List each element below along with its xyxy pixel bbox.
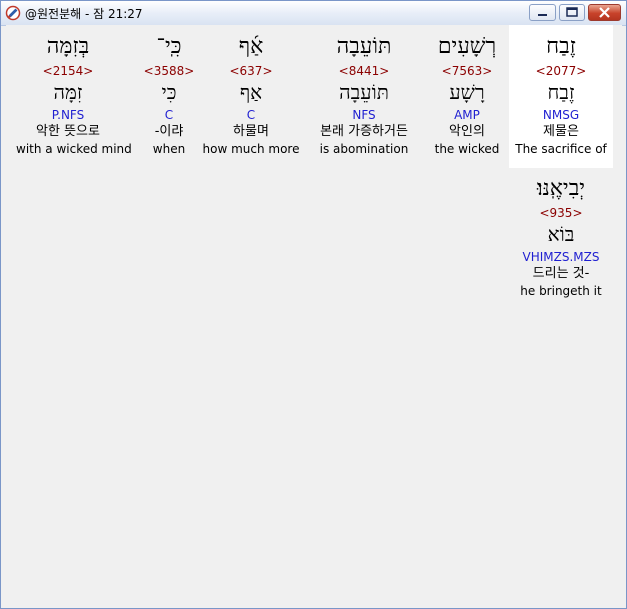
word-block-selected[interactable]: זֶבַח <2077> זֶבַח NMSG 제물은 The sacrific… (509, 25, 613, 168)
word-block[interactable]: בְּזִמָּה <2154> זִמָּה P.NFS 악한 뜻으로 wit… (16, 31, 132, 157)
hebrew-root: זֶבַח (547, 80, 575, 104)
strong-number[interactable]: <2077> (509, 63, 613, 79)
morph-code: P.NFS (51, 108, 85, 122)
english-gloss: how much more (202, 142, 300, 156)
strong-number[interactable]: <7563> (415, 63, 519, 79)
hebrew-word: אַ֜ף (238, 34, 264, 59)
title-bar[interactable]: @원전분해 - 잠 21:27 (1, 1, 626, 26)
word-block[interactable]: אַ֜ף <637> אַף C 하물며 how much more (199, 31, 303, 157)
morph-code: C (246, 108, 256, 122)
korean-gloss: 본래 가증하거든 (320, 124, 408, 139)
morph-code: VHIMZS.MZS (522, 250, 600, 264)
korean-gloss: 하물며 (233, 124, 269, 139)
hebrew-word: יְבִיאֶֽנּוּ׃ (536, 176, 586, 201)
english-gloss: the wicked (434, 142, 500, 156)
hebrew-word: בְּזִמָּה (46, 34, 90, 59)
strong-number[interactable]: <935> (509, 205, 613, 221)
minimize-icon (538, 14, 547, 16)
morph-code: AMP (454, 108, 480, 122)
strong-number[interactable]: <8441> (312, 63, 416, 79)
morph-code: NMSG (542, 108, 580, 122)
korean-gloss: 드리는 것- (532, 266, 590, 281)
english-gloss: he bringeth it (520, 284, 602, 298)
window-title: @원전분해 - 잠 21:27 (25, 7, 143, 21)
app-icon[interactable] (5, 5, 21, 21)
hebrew-word: רְשָׁעִים (437, 34, 497, 59)
english-gloss: is abomination (319, 142, 409, 156)
korean-gloss: 제물은 (543, 124, 579, 139)
english-gloss: with a wicked mind (16, 142, 132, 156)
hebrew-root: בּוֹא (547, 222, 575, 246)
minimize-button[interactable] (529, 4, 556, 21)
strong-number[interactable]: <2154> (16, 63, 120, 79)
korean-gloss: 악한 뜻으로 (36, 124, 100, 139)
word-block[interactable]: רְשָׁעִים <7563> רָשָׁע AMP 악인의 the wick… (415, 31, 519, 157)
hebrew-root: תּוֹעֵבָה (339, 80, 389, 104)
analysis-panel: בְּזִמָּה <2154> זִמָּה P.NFS 악한 뜻으로 wit… (6, 25, 622, 605)
hebrew-root: אַף (239, 80, 263, 104)
strong-number[interactable]: <637> (199, 63, 303, 79)
word-block[interactable]: יְבִיאֶֽנּוּ׃ <935> בּוֹא VHIMZS.MZS 드리는… (509, 173, 613, 299)
morph-code: NFS (352, 108, 376, 122)
hebrew-root: זִמָּה (53, 80, 83, 104)
korean-gloss: 악인의 (449, 124, 485, 139)
hebrew-root: רָשָׁע (449, 80, 485, 104)
english-gloss: The sacrifice of (515, 142, 607, 156)
app-window: @원전분해 - 잠 21:27 בְּזִמָּה <2154> זִמָּה … (0, 0, 627, 609)
hebrew-word: תּוֹעֵבָה (336, 34, 392, 59)
word-block[interactable]: תּוֹעֵבָה <8441> תּוֹעֵבָה NFS 본래 가증하거든 … (312, 31, 416, 157)
close-button[interactable] (588, 4, 621, 21)
close-icon (599, 7, 610, 18)
hebrew-word: זֶבַח (546, 34, 576, 59)
maximize-button[interactable] (559, 4, 585, 21)
